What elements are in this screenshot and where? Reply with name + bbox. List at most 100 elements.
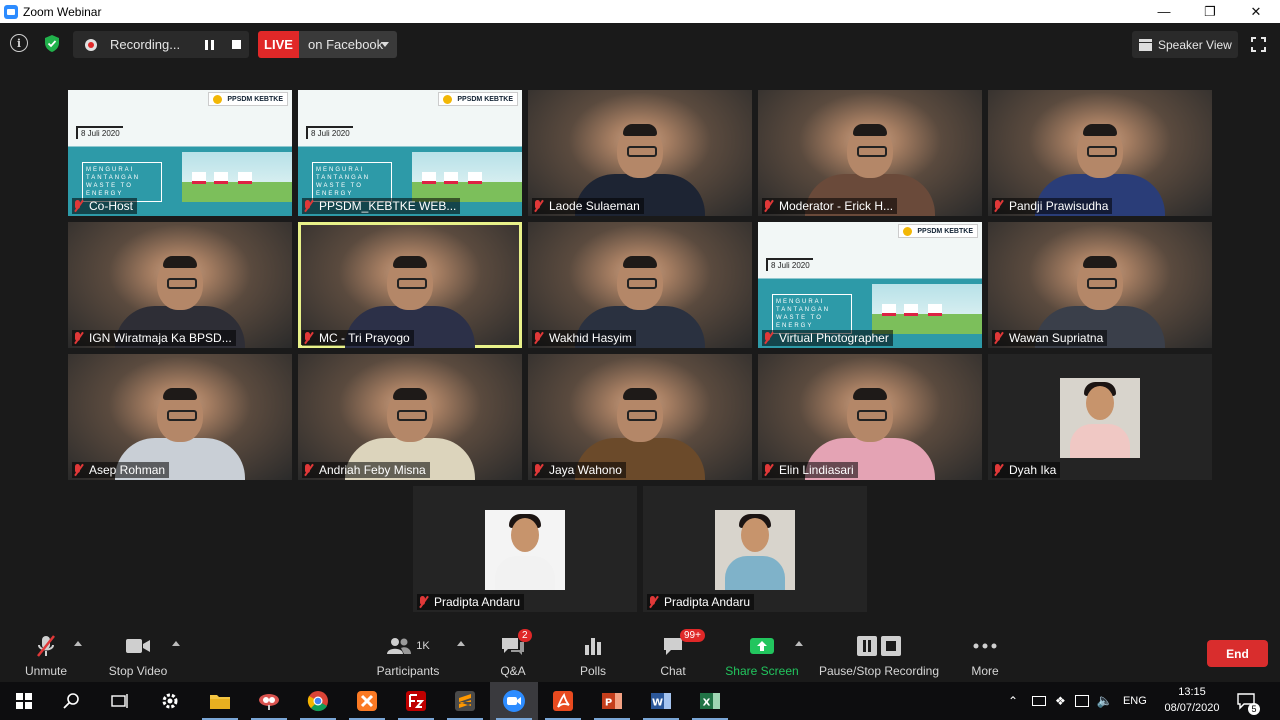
- unmute-button[interactable]: Unmute: [20, 628, 72, 682]
- word-app[interactable]: W: [637, 682, 685, 720]
- network-icon[interactable]: [1074, 695, 1089, 707]
- participant-video-tile[interactable]: Moderator - Erick H...: [758, 90, 982, 216]
- participant-video-tile[interactable]: Pandji Prawisudha: [988, 90, 1212, 216]
- participant-name: PPSDM_KEBTKE WEB...: [319, 199, 457, 213]
- participant-name-label: Dyah Ika: [992, 462, 1061, 478]
- pause-recording-icon[interactable]: [205, 40, 215, 50]
- participant-video-tile[interactable]: Laode Sulaeman: [528, 90, 752, 216]
- volume-icon[interactable]: 🔈: [1097, 693, 1113, 709]
- unmute-label: Unmute: [24, 664, 68, 678]
- share-screen-button[interactable]: Share Screen: [724, 628, 800, 682]
- house-illustration: [238, 172, 252, 184]
- excel-app[interactable]: X: [686, 682, 734, 720]
- participant-video-tile[interactable]: Elin Lindiasari: [758, 354, 982, 480]
- participant-video-tile[interactable]: Asep Rohman: [68, 354, 292, 480]
- info-icon[interactable]: i: [10, 34, 28, 52]
- language-indicator[interactable]: ENG: [1123, 695, 1147, 707]
- task-view-button[interactable]: [96, 682, 144, 720]
- share-options-chevron-icon[interactable]: [795, 641, 803, 646]
- participant-video-tile[interactable]: Jaya Wahono: [528, 354, 752, 480]
- show-hidden-icons-icon[interactable]: ⌃: [1006, 694, 1020, 708]
- xampp-app[interactable]: [343, 682, 391, 720]
- participant-video-tile[interactable]: Andriah Feby Misna: [298, 354, 522, 480]
- participant-name: Jaya Wahono: [549, 463, 622, 477]
- pause-stop-recording-button[interactable]: Pause/Stop Recording: [818, 628, 940, 682]
- speaker-view-label: Speaker View: [1158, 37, 1232, 52]
- notification-count: 5: [1248, 703, 1260, 715]
- dropbox-icon[interactable]: ❖: [1055, 694, 1066, 708]
- pdf-reader-app[interactable]: [539, 682, 587, 720]
- snipping-tool-app[interactable]: [245, 682, 293, 720]
- action-center-button[interactable]: 5: [1236, 682, 1260, 720]
- muted-mic-icon: [992, 463, 1004, 477]
- zoom-app[interactable]: [490, 682, 538, 720]
- participant-video-tile[interactable]: Pradipta Andaru: [413, 486, 637, 612]
- qa-button[interactable]: 2 Q&A: [495, 628, 532, 682]
- clock-time: 13:15: [1178, 686, 1206, 698]
- banner-illustration: [182, 152, 292, 202]
- polls-icon: [583, 632, 603, 660]
- participant-name-label: Wawan Supriatna: [992, 330, 1108, 346]
- chrome-app[interactable]: [294, 682, 342, 720]
- participant-video-tile[interactable]: MC - Tri Prayogo: [298, 222, 522, 348]
- participant-name-label: Laode Sulaeman: [532, 198, 644, 214]
- muted-mic-icon: [532, 463, 544, 477]
- participant-video-tile[interactable]: PPSDM KEBTKE 8 Juli 2020 MENGURAI TANTANGA…: [758, 222, 982, 348]
- taskbar-clock[interactable]: 13:15 08/07/2020: [1160, 684, 1224, 718]
- qa-badge: 2: [518, 629, 532, 642]
- polls-button[interactable]: Polls: [576, 628, 610, 682]
- participant-video-tile[interactable]: Dyah Ika: [988, 354, 1212, 480]
- participant-video-tile[interactable]: PPSDM KEBTKE 8 Juli 2020 MENGURAI TANTANGA…: [68, 90, 292, 216]
- audio-options-chevron-icon[interactable]: [74, 641, 82, 646]
- battery-icon[interactable]: [1032, 696, 1046, 706]
- sublime-text-app[interactable]: [441, 682, 489, 720]
- live-destination-dropdown[interactable]: on Facebook: [299, 31, 397, 58]
- video-options-chevron-icon[interactable]: [172, 641, 180, 646]
- sublime-text-icon: [455, 691, 475, 711]
- banner-headline: MENGURAI TANTANGAN WASTE TO ENERGY: [312, 162, 392, 202]
- participant-name: Wawan Supriatna: [1009, 331, 1104, 345]
- participant-video-tile[interactable]: PPSDM KEBTKE 8 Juli 2020 MENGURAI TANTANGA…: [298, 90, 522, 216]
- participant-video-tile[interactable]: IGN Wiratmaja Ka BPSD...: [68, 222, 292, 348]
- search-icon: [63, 693, 79, 709]
- file-explorer-app[interactable]: [196, 682, 244, 720]
- participant-name-label: Jaya Wahono: [532, 462, 626, 478]
- ppsdm-logo: PPSDM KEBTKE: [208, 92, 288, 106]
- participant-video-tile[interactable]: Wakhid Hasyim: [528, 222, 752, 348]
- muted-mic-icon: [72, 199, 84, 213]
- stop-video-button[interactable]: Stop Video: [106, 628, 170, 682]
- minimize-button[interactable]: —: [1141, 0, 1187, 23]
- participant-video-tile[interactable]: Wawan Supriatna: [988, 222, 1212, 348]
- ppsdm-logo: PPSDM KEBTKE: [438, 92, 518, 106]
- participants-options-chevron-icon[interactable]: [457, 641, 465, 646]
- muted-microphone-icon: [35, 632, 57, 660]
- svg-text:P: P: [605, 698, 612, 709]
- house-illustration: [468, 172, 482, 184]
- search-button[interactable]: [48, 682, 96, 720]
- start-button[interactable]: [0, 682, 48, 720]
- muted-mic-icon: [417, 595, 429, 609]
- more-button[interactable]: More: [968, 628, 1002, 682]
- filezilla-app[interactable]: [392, 682, 440, 720]
- participant-name-label: MC - Tri Prayogo: [302, 330, 414, 346]
- pause-stop-recording-label: Pause/Stop Recording: [818, 664, 940, 678]
- stop-recording-icon[interactable]: [232, 40, 241, 49]
- pause-stop-icon: [856, 632, 902, 660]
- fullscreen-icon[interactable]: [1251, 37, 1266, 52]
- maximize-button[interactable]: ❐: [1187, 0, 1233, 23]
- powerpoint-icon: P: [602, 693, 622, 709]
- participant-profile-photo: [485, 510, 565, 590]
- chat-button[interactable]: 99+ Chat: [656, 628, 705, 682]
- close-button[interactable]: ✕: [1233, 0, 1279, 23]
- speaker-view-button[interactable]: Speaker View: [1132, 31, 1238, 58]
- window-title: Zoom Webinar: [23, 4, 102, 19]
- participants-button[interactable]: 1K Participants: [375, 628, 441, 682]
- participant-video-tile[interactable]: Pradipta Andaru: [643, 486, 867, 612]
- end-button[interactable]: End: [1207, 640, 1268, 667]
- muted-mic-icon: [302, 199, 314, 213]
- security-shield-icon[interactable]: [43, 34, 61, 53]
- powerpoint-app[interactable]: P: [588, 682, 636, 720]
- settings-app[interactable]: [146, 682, 194, 720]
- muted-mic-icon: [302, 463, 314, 477]
- filezilla-icon: [406, 691, 426, 711]
